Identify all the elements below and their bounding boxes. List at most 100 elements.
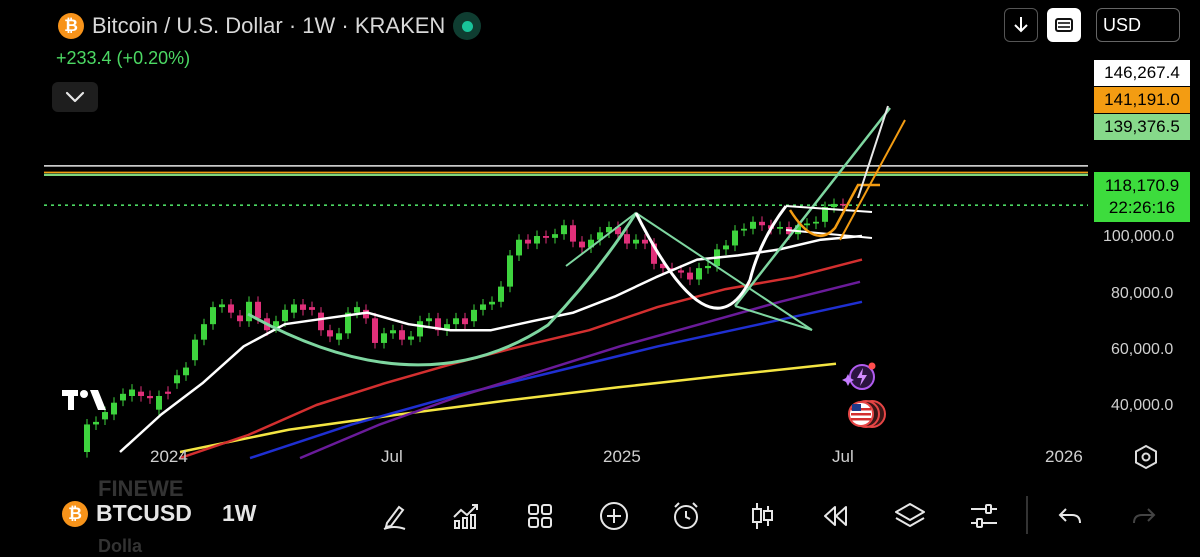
chart-type-button[interactable] xyxy=(742,496,782,536)
candle-body xyxy=(372,318,378,343)
last-price-value: 118,170.9 xyxy=(1104,176,1180,195)
price-change: +233.4 (+0.20%) xyxy=(56,48,191,68)
undo-icon xyxy=(1058,508,1081,524)
candle-body xyxy=(813,221,819,224)
channel-line xyxy=(785,205,873,213)
alert-icon xyxy=(674,502,698,529)
candle-body xyxy=(120,393,126,401)
templates-button[interactable] xyxy=(520,496,560,536)
last-price-tag: 118,170.9 22:26:16 xyxy=(1094,172,1190,222)
add-icon xyxy=(600,502,628,530)
candle-body xyxy=(129,389,135,397)
candle-body xyxy=(525,239,531,244)
candle-body xyxy=(408,336,414,340)
settings-button[interactable] xyxy=(964,496,1004,536)
candle-body xyxy=(804,223,810,226)
market-status-icon[interactable] xyxy=(453,12,482,40)
download-button[interactable] xyxy=(1004,8,1038,42)
candle-body xyxy=(642,239,648,244)
chart-settings-button[interactable] xyxy=(1133,444,1159,470)
layers-button[interactable] xyxy=(890,496,930,536)
lightning-event-icon xyxy=(842,362,876,390)
candle-body xyxy=(183,367,189,376)
candle-body xyxy=(462,318,468,325)
add-button[interactable] xyxy=(594,496,634,536)
candle-body xyxy=(399,330,405,340)
symbol-search-button[interactable]: ₿ BTCUSD xyxy=(62,500,192,527)
replay-button[interactable] xyxy=(816,496,856,536)
candle-body xyxy=(147,396,153,399)
candle-body xyxy=(219,304,225,308)
candle-body xyxy=(489,301,495,305)
symbol-label: BTCUSD xyxy=(96,500,192,526)
candle-body xyxy=(741,228,747,231)
orange-projection-line xyxy=(839,119,906,241)
candle-body xyxy=(210,307,216,325)
triangle-pattern-line xyxy=(565,211,813,331)
tradingview-logo-icon xyxy=(62,390,106,410)
redo-button[interactable] xyxy=(1124,496,1164,536)
currency-select[interactable]: USD xyxy=(1096,8,1180,42)
time-axis-label: 2025 xyxy=(603,447,641,466)
moving-average-line xyxy=(119,234,863,453)
candle-body xyxy=(687,272,693,280)
candle-body xyxy=(534,236,540,244)
price-tag-white-level: 146,267.4 xyxy=(1094,60,1190,86)
candle-body xyxy=(228,304,234,313)
candle-body xyxy=(291,304,297,313)
bitcoin-logo-icon: ₿ xyxy=(58,13,84,39)
candle-body xyxy=(156,396,162,410)
price-tag-green-level: 139,376.5 xyxy=(1094,114,1190,140)
candles-icon xyxy=(752,503,773,529)
candle-body xyxy=(705,265,711,269)
collapse-legend-button[interactable] xyxy=(52,82,98,112)
chevron-down-icon xyxy=(65,91,85,103)
price-axis-label: 100,000.0 xyxy=(1103,228,1175,245)
candle-body xyxy=(300,304,306,310)
indicators-button[interactable] xyxy=(446,496,486,536)
time-axis-label: 2024 xyxy=(150,447,188,466)
symbol-title: Bitcoin / U.S. Dollar · 1W · KRAKEN xyxy=(92,13,446,38)
moving-average-line xyxy=(179,362,837,454)
candle-body xyxy=(579,241,585,248)
timeframe-button[interactable]: 1W xyxy=(222,500,257,527)
candle-body xyxy=(255,301,261,319)
candle-body xyxy=(570,225,576,242)
us-flag-event-icon xyxy=(848,400,886,428)
compare-button[interactable] xyxy=(1047,8,1081,42)
candle-body xyxy=(282,309,288,322)
candle-body xyxy=(336,333,342,340)
candle-body xyxy=(543,236,549,238)
app-screen: ₿ Bitcoin / U.S. Dollar · 1W · KRAKEN +2… xyxy=(0,0,1200,556)
undo-button[interactable] xyxy=(1050,496,1090,536)
redo-icon xyxy=(1133,508,1156,524)
candle-body xyxy=(624,234,630,244)
candle-body xyxy=(723,245,729,250)
candle-body xyxy=(417,321,423,337)
time-axis-label: Jul xyxy=(832,447,854,466)
candle-body xyxy=(831,203,837,208)
candle-body xyxy=(138,391,144,397)
price-axis-label: 40,000.0 xyxy=(1111,397,1174,414)
candle-body xyxy=(633,239,639,244)
tradingview-logo xyxy=(60,386,110,419)
time-axis-label: Jul xyxy=(381,447,403,466)
candle-body xyxy=(840,203,846,206)
candle-body xyxy=(453,318,459,325)
moving-average-line xyxy=(249,300,863,460)
drawing-tools-button[interactable] xyxy=(374,496,414,536)
alert-button[interactable] xyxy=(666,496,706,536)
chart-canvas[interactable] xyxy=(0,0,1200,476)
event-icon-us-economic[interactable] xyxy=(846,396,888,430)
event-icon-ideas[interactable] xyxy=(842,362,878,392)
settings-icon xyxy=(971,504,997,528)
layers-icon xyxy=(895,503,925,527)
pencil-icon xyxy=(383,505,406,530)
candle-body xyxy=(237,315,243,322)
toolbar-divider xyxy=(1026,496,1028,534)
candle-body xyxy=(507,255,513,287)
chart-title[interactable]: ₿ Bitcoin / U.S. Dollar · 1W · KRAKEN xyxy=(58,10,482,42)
price-axis-label: 60,000.0 xyxy=(1111,341,1174,358)
candle-body xyxy=(426,318,432,322)
candle-body xyxy=(516,239,522,256)
